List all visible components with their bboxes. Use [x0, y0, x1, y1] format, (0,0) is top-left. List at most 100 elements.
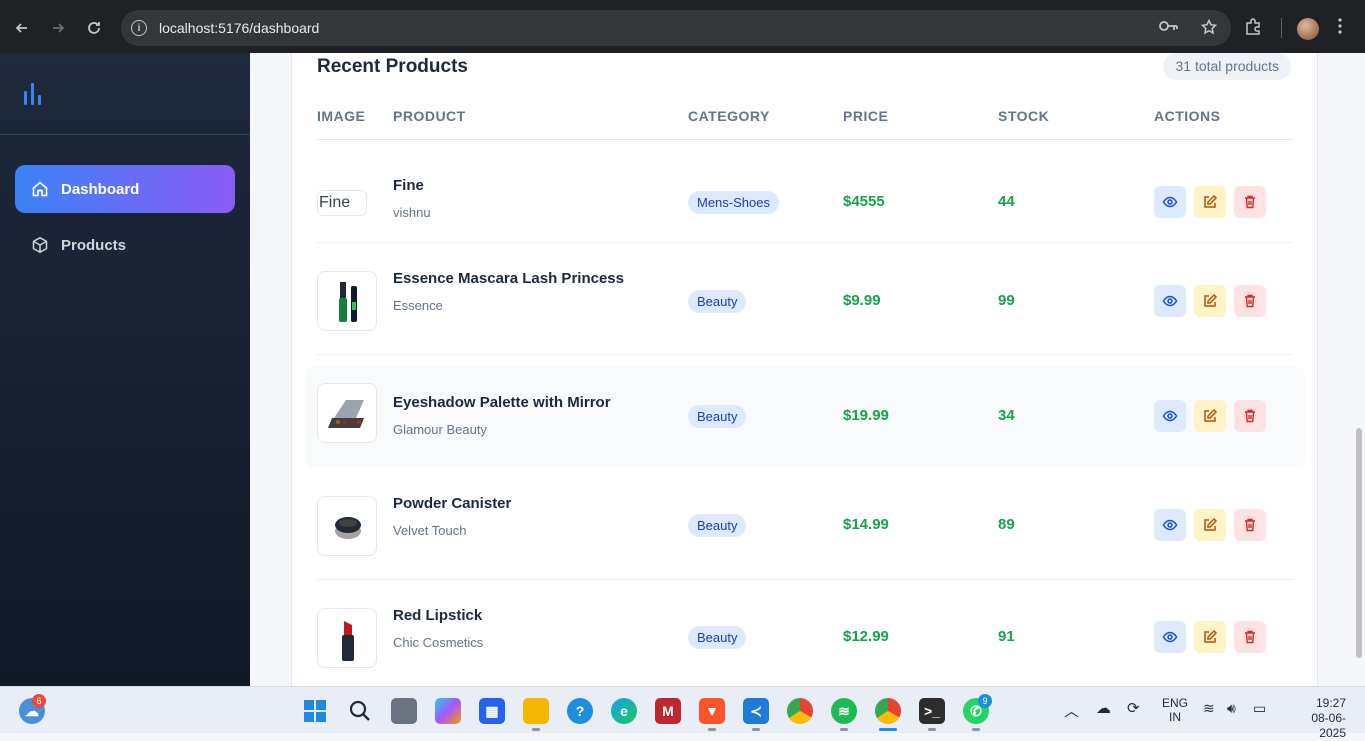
main-content: Recent Products 31 total products IMAGE … — [250, 53, 1365, 686]
product-name: Eyeshadow Palette with Mirror — [393, 394, 611, 411]
product-price: $12.99 — [843, 628, 889, 645]
product-stock: 44 — [998, 193, 1015, 210]
onedrive-icon[interactable]: ☁ — [1096, 699, 1111, 717]
file-explorer-icon[interactable] — [523, 698, 549, 724]
chevron-up-icon[interactable]: ︿ — [1064, 700, 1079, 721]
terminal-icon[interactable]: >_ — [919, 698, 945, 724]
table-row[interactable]: Fine Fine vishnu Mens-Shoes $4555 44 — [305, 142, 1305, 243]
wifi-icon[interactable]: ≋ — [1203, 700, 1215, 717]
url-text[interactable]: localhost:5176/dashboard — [159, 20, 319, 36]
chrome-icon[interactable] — [787, 698, 813, 724]
language-indicator[interactable]: ENG IN — [1162, 696, 1188, 724]
brand[interactable]: CRM System — [0, 53, 250, 135]
product-stock: 99 — [998, 292, 1015, 309]
store-icon[interactable]: ▦ — [479, 698, 505, 724]
sync-icon[interactable]: ⟳ — [1127, 699, 1140, 717]
table-header: IMAGE PRODUCT CATEGORY PRICE STOCK ACTIO… — [317, 106, 1293, 140]
eye-icon — [1162, 410, 1178, 422]
edit-icon — [1204, 517, 1218, 531]
mcafee-icon[interactable]: M — [655, 698, 681, 724]
profile-avatar[interactable] — [1297, 18, 1319, 40]
view-button[interactable] — [1154, 186, 1186, 218]
edit-icon — [1204, 194, 1218, 208]
trash-icon — [1245, 518, 1255, 532]
delete-button[interactable] — [1234, 509, 1266, 541]
product-image — [317, 383, 377, 443]
bookmark-star-icon[interactable] — [1200, 18, 1218, 39]
sidebar-nav: Dashboard Products — [0, 135, 250, 307]
product-image — [317, 271, 377, 331]
product-brand: vishnu — [393, 205, 431, 220]
product-image — [317, 608, 377, 668]
eye-icon — [1162, 295, 1178, 307]
edit-button[interactable] — [1194, 509, 1226, 541]
edit-icon — [1204, 293, 1218, 307]
product-name: Fine — [393, 177, 424, 194]
product-brand: Glamour Beauty — [393, 422, 487, 437]
card-title: Recent Products — [317, 56, 468, 77]
back-icon[interactable] — [8, 14, 36, 42]
copilot-icon[interactable] — [435, 698, 461, 724]
extensions-icon[interactable] — [1244, 18, 1264, 38]
address-bar[interactable]: i localhost:5176/dashboard — [121, 10, 1231, 46]
sidebar-item-products[interactable]: Products — [15, 221, 235, 269]
home-icon — [31, 180, 49, 198]
eye-icon — [1162, 631, 1178, 643]
view-button[interactable] — [1154, 400, 1186, 432]
product-price: $19.99 — [843, 407, 889, 424]
category-badge: Beauty — [688, 626, 747, 649]
sidebar-item-label: Products — [61, 236, 127, 254]
category-badge: Beauty — [688, 405, 747, 428]
eye-icon — [1162, 196, 1178, 208]
table-row[interactable]: Essence Mascara Lash Princess Essence Be… — [305, 243, 1305, 355]
view-button[interactable] — [1154, 621, 1186, 653]
view-button[interactable] — [1154, 285, 1186, 317]
view-button[interactable] — [1154, 509, 1186, 541]
column-header-actions: ACTIONS — [1154, 108, 1221, 124]
category-badge: Mens-Shoes — [688, 191, 779, 214]
task-view-icon[interactable] — [391, 698, 417, 724]
spotify-icon[interactable]: ≋ — [831, 698, 857, 724]
edge-icon[interactable]: e — [611, 698, 637, 724]
site-info-icon[interactable]: i — [131, 20, 147, 36]
delete-button[interactable] — [1234, 621, 1266, 653]
edit-button[interactable] — [1194, 621, 1226, 653]
brave-icon[interactable]: ▼ — [699, 698, 725, 724]
help-icon[interactable]: ? — [567, 698, 593, 724]
table-row[interactable]: Powder Canister Velvet Touch Beauty $14.… — [305, 468, 1305, 580]
product-price: $9.99 — [843, 292, 881, 309]
product-stock: 89 — [998, 516, 1015, 533]
sidebar-item-label: Dashboard — [61, 180, 140, 198]
battery-icon[interactable]: ▭ — [1253, 700, 1266, 717]
table-row[interactable]: Eyeshadow Palette with Mirror Glamour Be… — [305, 367, 1305, 467]
volume-icon[interactable]: 🔊︎ — [1227, 700, 1236, 717]
start-icon[interactable] — [302, 698, 328, 724]
table-row[interactable]: Red Lipstick Chic Cosmetics Beauty $12.9… — [305, 580, 1305, 686]
sidebar: CRM System Dashboard Products — [0, 53, 250, 686]
key-icon[interactable] — [1159, 19, 1179, 39]
category-badge: Beauty — [688, 514, 747, 537]
edit-button[interactable] — [1194, 186, 1226, 218]
column-header-product: PRODUCT — [393, 108, 466, 124]
clock[interactable]: 19:27 08-06-2025 — [1286, 696, 1346, 741]
column-header-image: IMAGE — [317, 108, 366, 124]
delete-button[interactable] — [1234, 400, 1266, 432]
sidebar-item-dashboard[interactable]: Dashboard — [15, 165, 235, 213]
trash-icon — [1245, 409, 1255, 423]
product-stock: 91 — [998, 628, 1015, 645]
edit-button[interactable] — [1194, 400, 1226, 432]
delete-button[interactable] — [1234, 285, 1266, 317]
vscode-icon[interactable]: ≺ — [743, 698, 769, 724]
delete-button[interactable] — [1234, 186, 1266, 218]
windows-taskbar: ☁ 6 ▦ ? e M ▼ ≺ ≋ >_ ✆ 9 ︿ ☁ ⟳ ENG IN ≋ … — [0, 686, 1365, 740]
page-scrollbar[interactable] — [1356, 428, 1362, 658]
product-stock: 34 — [998, 407, 1015, 424]
column-header-stock: STOCK — [998, 108, 1050, 124]
more-menu-icon[interactable] — [1338, 18, 1342, 39]
reload-icon[interactable] — [80, 14, 108, 42]
product-name: Essence Mascara Lash Princess — [393, 270, 624, 287]
chrome-active-icon[interactable] — [875, 698, 901, 724]
search-icon[interactable] — [347, 698, 373, 724]
forward-icon[interactable] — [44, 14, 72, 42]
edit-button[interactable] — [1194, 285, 1226, 317]
